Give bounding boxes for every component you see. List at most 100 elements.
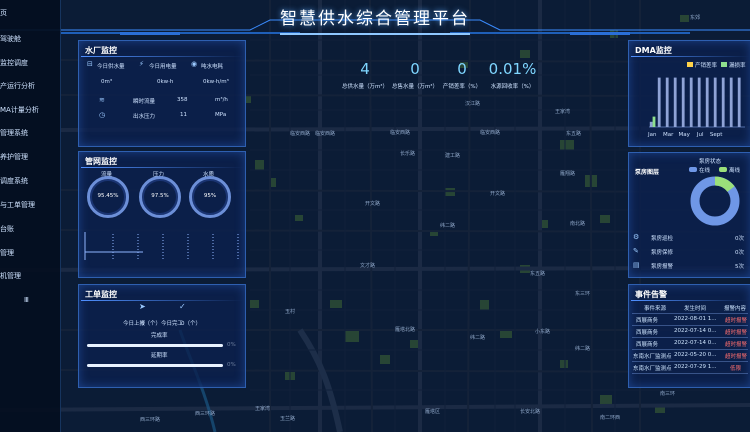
ring-value: 95.45% xyxy=(97,193,119,199)
column-header: 报警内容 xyxy=(724,306,747,312)
map-label: 南二环西 xyxy=(600,415,621,421)
stat-label: 今日用电量 xyxy=(149,64,177,70)
stat-label: 水源回收率（%） xyxy=(490,84,535,90)
legend-swatch xyxy=(721,62,727,67)
panel-title: 水厂监控 xyxy=(85,46,117,55)
cell-content: 低限 xyxy=(730,366,742,372)
cell-source: 西展商务 xyxy=(636,318,659,324)
sidebar-item-production-analysis[interactable]: 产运行分析 xyxy=(0,81,60,91)
map-label: 纬二路 xyxy=(575,346,591,352)
map-label: 王家湾 xyxy=(555,109,571,115)
map-label: 开文路 xyxy=(365,201,381,207)
bar-loss-rate xyxy=(737,77,741,127)
map-label: 东五路 xyxy=(566,131,582,137)
row-label: 出水压力 xyxy=(133,114,156,120)
table-row[interactable]: 西展商务 2022-08-01 1... 超时报警 xyxy=(632,315,748,326)
sidebar-item-cockpit[interactable]: 驾驶舱 xyxy=(0,34,60,44)
sidebar-item-dispatch-system[interactable]: 调度系统 xyxy=(0,176,60,186)
cell-content: 超时报警 xyxy=(725,318,748,324)
sidebar-item-home[interactable]: 页 xyxy=(0,8,60,18)
document-icon: ▤ xyxy=(633,261,640,269)
map-label: 纬二路 xyxy=(440,223,456,229)
dma-panel: DMA监控 产销差率 漏损率 Jan Mar May Jul Sept xyxy=(628,40,750,147)
map-label: 雁塔北路 xyxy=(395,327,416,333)
send-icon: ➤ xyxy=(139,302,146,311)
map-label: 雁翔路 xyxy=(560,171,576,177)
map-label: 西三环路 xyxy=(140,417,161,423)
bar-loss-rate xyxy=(681,77,685,127)
cell-time: 2022-07-14 0... xyxy=(674,340,717,346)
energy-icon: ◉ xyxy=(191,60,198,68)
pipe-network-panel: 管网监控 流量 95.45% 压力 97.5% 水质 95% xyxy=(78,151,246,278)
table-row[interactable]: 东南水厂监测点 2022-05-20 0... 超时报警 xyxy=(632,351,748,362)
flow-ring: 95.45% xyxy=(87,176,129,218)
bar-percent: 0% xyxy=(227,362,236,368)
bar-percent: 0% xyxy=(227,342,236,348)
panel-title: 管网监控 xyxy=(85,157,117,166)
map-label: 南北路 xyxy=(570,221,586,227)
lightning-icon: ⚡ xyxy=(139,60,144,68)
map-label: 东五路 xyxy=(530,271,546,277)
cell-time: 2022-07-29 1... xyxy=(674,364,717,370)
map-label: 临安西路 xyxy=(290,131,311,137)
wrench-icon: ✎ xyxy=(633,247,639,255)
pressure-icon: ◷ xyxy=(99,111,106,119)
table-row[interactable]: 东南水厂监测点 2022-07-29 1... 低限 xyxy=(632,363,748,374)
chart-title: 泵房状态 xyxy=(699,159,722,165)
table-row[interactable]: 西展商务 2022-07-14 0... 超时报警 xyxy=(632,339,748,350)
map-label: 文才路 xyxy=(360,263,376,269)
column-header: 事件来源 xyxy=(644,306,667,312)
table-row[interactable]: 西展商务 2022-07-14 0... 超时报警 xyxy=(632,327,748,338)
cell-content: 超时报警 xyxy=(725,330,748,336)
stat-value: 0kw·h xyxy=(157,79,174,85)
stat-value: 0 xyxy=(410,60,420,78)
gear-icon: ⚙ xyxy=(633,233,640,241)
row-value: 5次 xyxy=(735,264,744,270)
stat-value: 4 xyxy=(360,60,370,78)
map-label: 纬二路 xyxy=(470,335,486,341)
sidebar-collapse-button[interactable]: Ⅲ xyxy=(24,296,44,304)
bar-loss-rate xyxy=(713,77,717,127)
divider xyxy=(631,300,749,301)
sidebar-item-ledger[interactable]: 台账 xyxy=(0,224,60,234)
stat-value: 0m³ xyxy=(101,79,113,85)
x-tick-label: Sept xyxy=(710,132,723,138)
divider xyxy=(81,167,243,168)
stat-label: 今日完工 xyxy=(161,321,184,327)
sidebar-item-monitor-dispatch[interactable]: 监控调度 xyxy=(0,58,60,68)
work-orders-panel: 工单监控 ➤ ✓ 今日上报 0（个） 今日完工 0（个） 0% 完成率 0% 延… xyxy=(78,284,246,388)
events-panel: 事件告警 事件来源 发生时间 报警内容 西展商务 2022-08-01 1...… xyxy=(628,284,750,388)
map-label: 西三环路 xyxy=(195,411,216,417)
map-label: 王家湾 xyxy=(255,406,271,412)
row-value: 358 xyxy=(177,97,188,103)
bar-loss-rate xyxy=(705,77,709,127)
water-icon: ⊟ xyxy=(87,60,93,68)
x-tick-label: Mar xyxy=(663,132,674,138)
sidebar-item-dma-analysis[interactable]: MA计量分析 xyxy=(0,105,60,115)
map-label: 临安西路 xyxy=(480,130,501,136)
sidebar-item-manage[interactable]: 管理 xyxy=(0,248,60,258)
bar-loss-rate xyxy=(697,77,701,127)
sidebar-item-work-orders[interactable]: 与工单管理 xyxy=(0,200,60,210)
stat-value: 0 xyxy=(457,60,467,78)
map-label: 东三环 xyxy=(575,291,591,297)
stat-label: 吨水电耗 xyxy=(201,64,224,70)
x-tick-label: Jan xyxy=(647,132,657,138)
legend-swatch xyxy=(719,167,727,172)
row-value: 11 xyxy=(180,112,187,118)
x-tick-label: May xyxy=(679,132,691,138)
legend-swatch xyxy=(687,62,693,67)
sidebar-item-device-manage[interactable]: 机管理 xyxy=(0,271,60,281)
stat-label: 今日供水量 xyxy=(97,64,125,70)
ring-value: 97.5% xyxy=(151,193,169,199)
page-title: 智慧供水综合管理平台 xyxy=(280,9,470,29)
map-label: 汉江路 xyxy=(465,101,481,107)
bar-loss-rate xyxy=(721,77,725,127)
row-label: 瞬时流量 xyxy=(133,99,156,105)
sidebar-item-maintenance[interactable]: 养护管理 xyxy=(0,152,60,162)
sidebar-nav: 页 驾驶舱 监控调度 产运行分析 MA计量分析 管理系统 养护管理 调度系统 与… xyxy=(0,0,61,432)
bar-loss-rate xyxy=(649,121,653,127)
check-circle-icon: ✓ xyxy=(179,302,186,311)
sidebar-item-management-system[interactable]: 管理系统 xyxy=(0,128,60,138)
stat-value: 0（个） xyxy=(181,321,201,327)
